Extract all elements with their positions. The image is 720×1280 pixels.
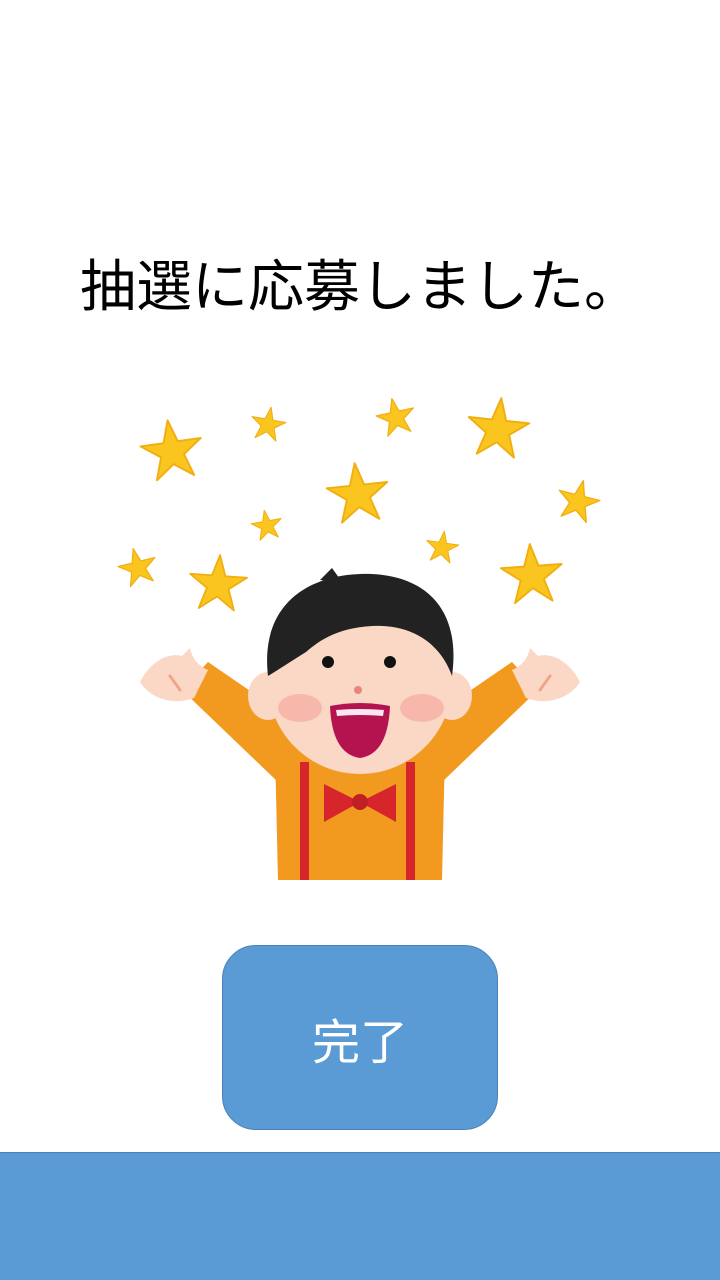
star-icon	[373, 394, 418, 437]
completion-message: 抽選に応募しました。	[80, 255, 640, 320]
star-icon	[424, 529, 460, 564]
star-icon	[188, 553, 249, 611]
star-icon	[115, 544, 161, 588]
star-icon	[249, 508, 284, 542]
star-icon	[553, 476, 603, 525]
celebrating-boy-with-stars-icon	[110, 390, 610, 880]
star-icon	[499, 542, 564, 604]
star-icon	[324, 460, 391, 524]
star-icon	[465, 395, 532, 459]
star-icon	[249, 404, 288, 442]
done-button[interactable]: 完了	[222, 945, 498, 1130]
star-icon	[137, 416, 205, 482]
bottom-bar	[0, 1152, 720, 1280]
